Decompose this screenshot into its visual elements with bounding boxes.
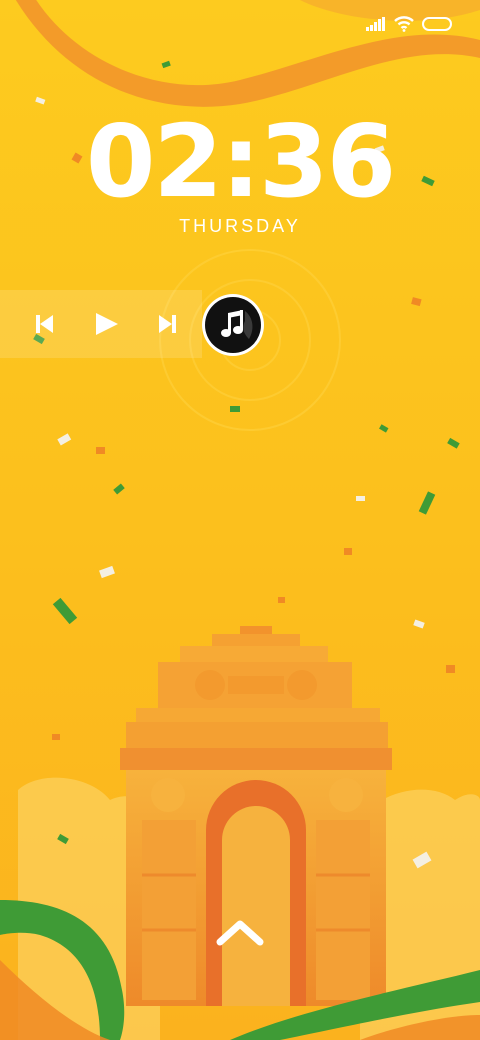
battery-icon — [422, 17, 452, 31]
wifi-icon — [394, 16, 414, 32]
lockscreen-time: 02:36 — [85, 103, 396, 220]
lockscreen-day: THURSDAY — [179, 216, 301, 236]
chevron-up-icon[interactable] — [214, 916, 266, 950]
album-art-button[interactable] — [201, 293, 265, 357]
status-bar — [366, 16, 452, 32]
signal-icon — [366, 17, 385, 31]
next-track-icon[interactable] — [152, 308, 184, 340]
previous-track-icon[interactable] — [28, 308, 60, 340]
play-icon[interactable] — [90, 308, 122, 340]
